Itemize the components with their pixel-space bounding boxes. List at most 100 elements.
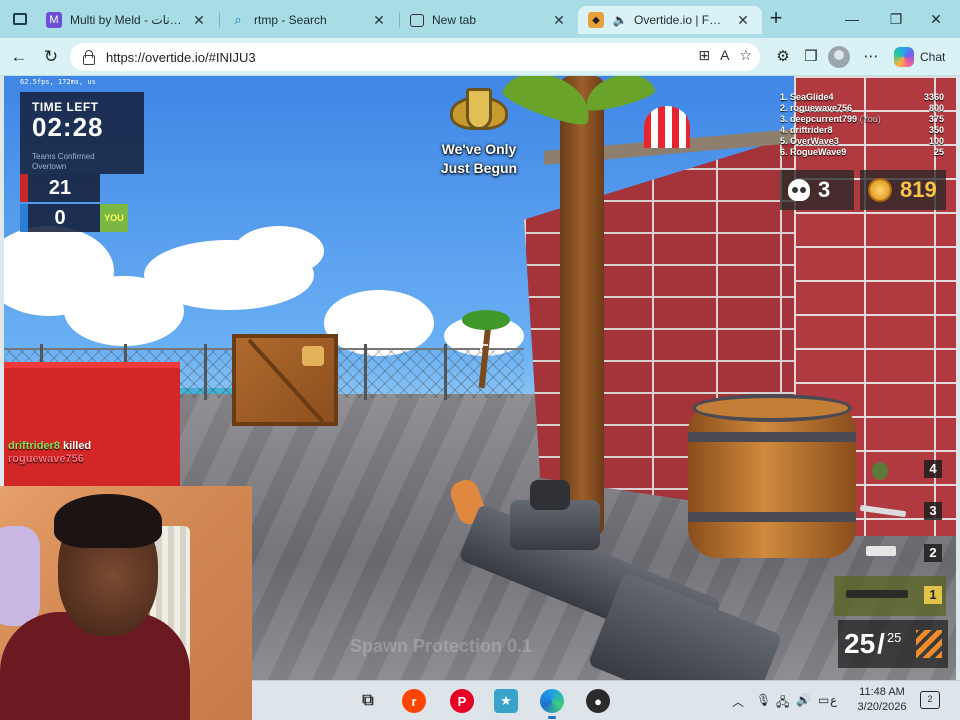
close-tab-icon[interactable]: ✕ — [190, 11, 208, 29]
address-bar[interactable]: https://overtide.io/#INIJU3 ⊞ A ☆ — [70, 43, 760, 71]
kill-feed: driftrider8 killed roguewave756 — [8, 440, 92, 465]
spawn-protection-text: Spawn Protection 0.1 — [350, 636, 533, 656]
blue-team-bar — [20, 204, 28, 232]
battery-icon[interactable]: ▭ — [818, 693, 829, 707]
tab-title: Overtide.io | FPS io G — [634, 13, 728, 27]
weapon-slot-4[interactable]: 4 — [834, 450, 946, 490]
webcam-overlay — [0, 486, 252, 720]
tab-title: New tab — [432, 13, 477, 27]
wooden-crate — [232, 334, 338, 426]
restore-button[interactable]: ❐ — [876, 6, 916, 32]
fence-post — [204, 344, 207, 400]
close-tab-icon[interactable]: ✕ — [550, 11, 568, 29]
red-team-score: 21 — [20, 174, 100, 202]
lock-icon[interactable] — [80, 49, 96, 65]
leaderboard-row: 2. roguewave756 800 — [780, 103, 944, 113]
leaderboard-row: 6. RogueWave9 25 — [780, 147, 944, 157]
red-team-bar — [20, 174, 28, 202]
leaderboard-row: 1. SeaGlide4 3360 — [780, 92, 944, 102]
cloud — [324, 290, 434, 356]
collections-icon[interactable]: ❒ — [800, 46, 822, 68]
overtide-icon: ◆ — [588, 12, 604, 28]
pinterest-icon[interactable]: P — [450, 689, 474, 713]
copilot-chat-button[interactable]: Chat — [894, 45, 945, 69]
back-button[interactable]: ← — [6, 45, 32, 69]
extensions-icon[interactable]: ⚙ — [772, 46, 794, 68]
rifle-icon — [846, 590, 908, 598]
browser-toolbar: ← ↻ https://overtide.io/#INIJU3 ⊞ A ☆ ⚙ … — [0, 38, 960, 76]
bullets-icon — [916, 630, 942, 658]
edge-icon[interactable] — [540, 689, 564, 719]
weapon-slot-2[interactable]: 2 — [834, 534, 946, 574]
show-hidden-icons-icon[interactable]: ︿ — [732, 693, 744, 710]
task-view-icon[interactable]: ⧉ — [356, 689, 380, 713]
reload-button[interactable]: ↻ — [38, 45, 64, 69]
speaker-icon[interactable]: 🔈 — [612, 12, 628, 28]
skull-icon — [788, 179, 810, 201]
tab-title: Multi by Meld - جة بيانات — [70, 13, 184, 27]
close-tab-icon[interactable]: ✕ — [370, 11, 388, 29]
new-tab-button[interactable]: + — [764, 7, 788, 30]
ammo-counter: 25 / 25 — [838, 620, 948, 668]
fence-post — [364, 344, 367, 400]
system-clock[interactable]: 11:48 AM 3/20/2026 — [854, 685, 910, 715]
kills-counter: 3 — [780, 170, 854, 210]
copilot-icon — [894, 47, 914, 67]
workspaces-icon[interactable] — [8, 8, 32, 30]
close-window-button[interactable]: ✕ — [916, 6, 956, 32]
time-left-value: 02:28 — [32, 112, 104, 142]
profile-avatar[interactable] — [828, 46, 850, 68]
leaderboard: 1. SeaGlide4 3360 2. roguewave756 800 3. d… — [780, 92, 944, 158]
weapon-slot-1[interactable]: 1 — [834, 576, 946, 616]
palm-tree-leaves — [462, 310, 510, 330]
read-aloud-icon[interactable]: A — [720, 47, 729, 64]
tab-strip: M Multi by Meld - جة بيانات ✕ ⌕ rtmp - S… — [0, 0, 960, 38]
knife-icon — [859, 504, 907, 518]
tab-new-tab[interactable]: New tab ✕ — [400, 6, 578, 34]
medal-badge-icon — [444, 82, 514, 138]
leaderboard-row: 5. OverWave3 100 — [780, 136, 944, 146]
network-icon[interactable]: 🖧 — [776, 693, 789, 714]
beach-umbrella — [644, 106, 690, 148]
microphone-icon[interactable]: 🎙 — [756, 693, 771, 707]
palm-trunk — [560, 76, 604, 536]
chat-label: Chat — [920, 50, 946, 64]
coin-icon — [868, 178, 892, 202]
blue-team-score: 0 — [20, 204, 100, 232]
achievement-notice: We've Only Just Begun — [440, 141, 518, 176]
url-text[interactable]: https://overtide.io/#INIJU3 — [106, 50, 256, 65]
close-tab-icon[interactable]: ✕ — [734, 11, 752, 29]
weapon-slot-3[interactable]: 3 — [834, 492, 946, 532]
webcam-person-hair — [54, 494, 162, 548]
red-block — [4, 362, 180, 486]
notifications-icon[interactable]: 2 — [920, 691, 940, 709]
more-options-icon[interactable]: ⋯ — [860, 46, 882, 68]
tab-rtmp-search[interactable]: ⌕ rtmp - Search ✕ — [220, 6, 398, 34]
app-available-icon[interactable]: ⊞ — [698, 47, 710, 64]
coins-counter: 819 — [860, 170, 946, 210]
fence-post — [444, 344, 447, 400]
leaderboard-row-you: 3. deepcurrent799 (You) 375 — [780, 114, 944, 124]
tab-title: rtmp - Search — [254, 13, 327, 27]
reddit-icon[interactable]: r — [402, 689, 426, 713]
tab-overtide[interactable]: ◆ 🔈 Overtide.io | FPS io G ✕ — [578, 6, 762, 34]
webcam-background — [0, 526, 40, 626]
minimize-button[interactable]: — — [832, 6, 872, 32]
favorite-star-icon[interactable]: ☆ — [739, 47, 752, 64]
cloud — [234, 226, 324, 276]
volume-icon[interactable]: 🔊 — [796, 693, 811, 707]
input-language[interactable]: ع — [830, 693, 837, 707]
crosshair — [474, 338, 488, 352]
meld-icon: M — [46, 12, 62, 28]
obs-icon[interactable]: ● — [586, 689, 610, 713]
tab-meld[interactable]: M Multi by Meld - جة بيانات ✕ — [36, 6, 218, 34]
grenade-icon — [872, 462, 888, 480]
you-tag: YOU — [100, 204, 128, 232]
time-panel: TIME LEFT 02:28 Teams Confirmed Overtown — [20, 92, 144, 174]
game-icon[interactable]: ★ — [494, 689, 518, 713]
newtab-icon — [410, 13, 424, 27]
pistol-icon — [866, 546, 896, 556]
fps-counter: 62.5fps, 172ms, us — [20, 78, 96, 86]
search-icon: ⌕ — [234, 12, 242, 27]
leaderboard-row: 4. driftrider8 350 — [780, 125, 944, 135]
